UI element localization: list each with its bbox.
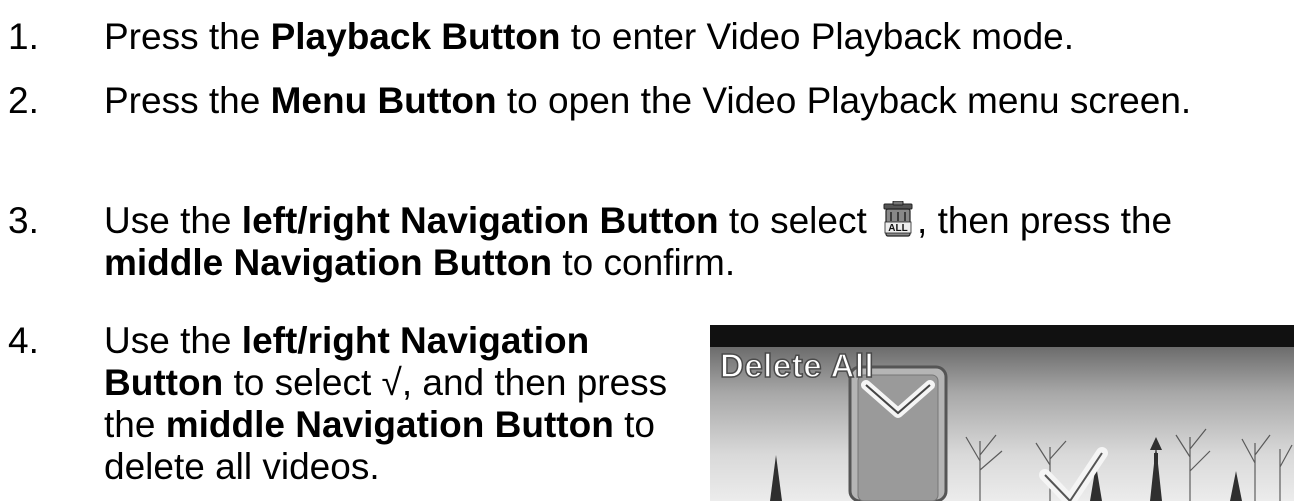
delete-all-screen-preview: Delete All — [710, 325, 1294, 501]
step-text: Press the Playback Button to enter Video… — [104, 16, 1075, 57]
step-number: 2. — [8, 80, 39, 121]
middle-nav-button-label: middle Navigation Button — [165, 404, 614, 445]
delete-all-icon: ALL — [881, 200, 915, 237]
screen-title: Delete All — [719, 346, 875, 385]
cancel-x-icon[interactable] — [848, 365, 948, 501]
step-text: Use the left/right Navigation Button to … — [104, 320, 668, 487]
step-text: Use the left/right Navigation Button to … — [104, 200, 1173, 283]
nav-button-label: left/right Navigation Button — [241, 200, 719, 241]
step-number: 3. — [8, 200, 39, 241]
menu-button-label: Menu Button — [270, 80, 497, 121]
svg-text:ALL: ALL — [888, 223, 907, 234]
middle-nav-button-label: middle Navigation Button — [104, 242, 553, 283]
step-number: 1. — [8, 16, 39, 57]
step-text: Press the Menu Button to open the Video … — [104, 80, 1192, 121]
playback-button-label: Playback Button — [270, 16, 561, 57]
step-number: 4. — [8, 320, 39, 361]
